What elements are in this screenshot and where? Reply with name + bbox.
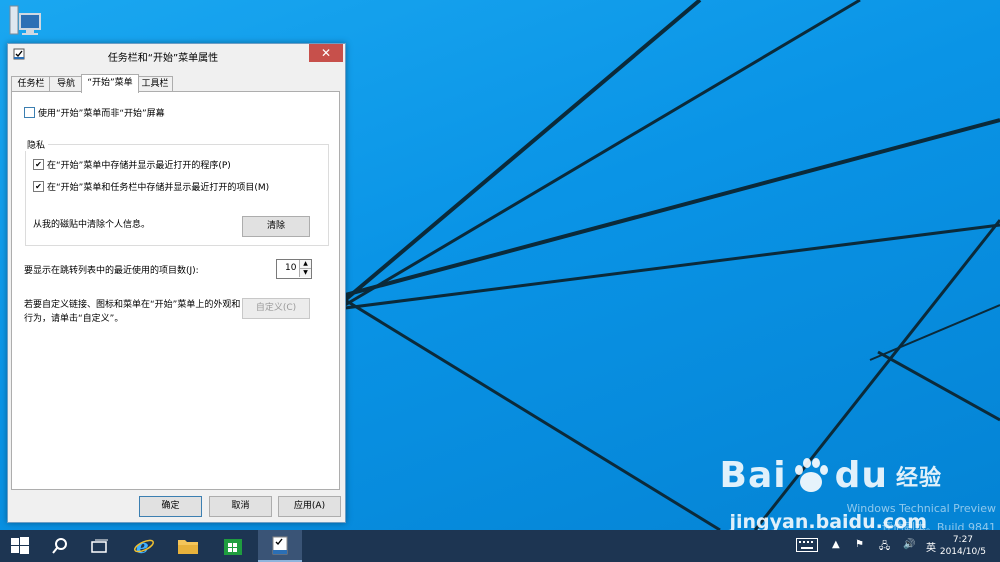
store-programs-checkbox[interactable]: ✔ <box>33 159 44 170</box>
watermark-url: jingyan.baidu.com <box>729 511 928 530</box>
baidu-watermark: Bai du 经验 jingyan.baidu.com <box>719 455 943 530</box>
taskbar-properties-button[interactable] <box>258 530 302 562</box>
tab-start-menu[interactable]: “开始”菜单 <box>81 74 139 93</box>
stepper-up-icon[interactable]: ▲ <box>299 260 311 269</box>
store-icon <box>224 539 242 555</box>
windows-logo-icon <box>11 537 29 554</box>
customize-text-line2: 行为，请单击“自定义”。 <box>24 314 124 324</box>
internet-explorer-icon: e <box>134 535 154 557</box>
jumplist-count-label: 要显示在跳转列表中的最近使用的项目数(J): <box>24 266 199 276</box>
apply-button[interactable]: 应用(A) <box>278 496 341 517</box>
clear-button[interactable]: 清除 <box>242 216 310 237</box>
volume-icon[interactable]: 🔊 <box>903 539 915 550</box>
privacy-group-title: 隐私 <box>24 138 49 151</box>
start-menu-tab-panel: 使用“开始”菜单而非“开始”屏幕 隐私 ✔ 在“开始”菜单中存储并显示最近打开的… <box>11 91 340 490</box>
this-pc-icon[interactable] <box>8 4 44 40</box>
store-items-label[interactable]: 在“开始”菜单和任务栏中存储并显示最近打开的项目(M) <box>47 180 269 193</box>
customize-button[interactable]: 自定义(C) <box>242 298 310 319</box>
clock-date: 2014/10/5 <box>939 547 986 557</box>
paw-icon <box>794 457 828 492</box>
search-button[interactable] <box>40 530 80 562</box>
stepper-down-icon[interactable]: ▼ <box>299 269 311 277</box>
task-view-icon <box>91 539 108 553</box>
start-button[interactable] <box>0 530 40 562</box>
jumplist-count-value: 10 <box>285 263 297 273</box>
tab-taskbar[interactable]: 任务栏 <box>11 76 51 92</box>
system-clock[interactable]: 7:27 2014/10/5 <box>940 534 986 558</box>
network-icon[interactable]: 🖧 <box>879 539 890 556</box>
store-button[interactable] <box>213 530 253 562</box>
store-programs-label[interactable]: 在“开始”菜单中存储并显示最近打开的程序(P) <box>47 158 231 171</box>
search-icon <box>52 538 67 554</box>
file-explorer-button[interactable] <box>168 530 208 562</box>
folder-icon <box>178 540 198 554</box>
show-hidden-icons-icon[interactable]: ▲ <box>832 539 840 550</box>
taskbar-start-properties-dialog: 任务栏和“开始”菜单属性 ✕ 任务栏 导航 “开始”菜单 工具栏 使用“开始”菜… <box>7 43 346 523</box>
store-items-checkbox[interactable]: ✔ <box>33 181 44 192</box>
tab-toolbars[interactable]: 工具栏 <box>137 76 173 92</box>
title-bar[interactable]: 任务栏和“开始”菜单属性 ✕ <box>8 44 345 66</box>
clock-time: 7:27 <box>952 535 974 545</box>
customize-text-line1: 若要自定义链接、图标和菜单在“开始”菜单上的外观和 <box>24 300 241 310</box>
input-method-indicator[interactable]: 英 <box>926 539 936 554</box>
action-center-flag-icon[interactable]: ⚑ <box>855 539 864 550</box>
clear-tiles-text: 从我的磁贴中清除个人信息。 <box>33 220 151 230</box>
touch-keyboard-icon[interactable] <box>796 538 818 555</box>
jumplist-count-stepper[interactable]: 10 ▲ ▼ <box>276 259 312 279</box>
task-view-button[interactable] <box>80 530 120 562</box>
use-start-menu-label[interactable]: 使用“开始”菜单而非“开始”屏幕 <box>38 106 165 119</box>
close-button[interactable]: ✕ <box>309 44 343 62</box>
taskbar-properties-icon <box>272 536 288 555</box>
use-start-menu-checkbox[interactable] <box>24 107 35 118</box>
tab-navigation[interactable]: 导航 <box>49 76 83 92</box>
dialog-title: 任务栏和“开始”菜单属性 <box>107 53 219 64</box>
cancel-button[interactable]: 取消 <box>209 496 272 517</box>
watermark-brand-left: Bai <box>719 455 787 496</box>
watermark-brand-right: du <box>834 455 888 496</box>
watermark-jing: 经验 <box>895 465 942 491</box>
taskbar: e ▲ ⚑ 🖧 🔊 英 7:27 2014/10/5 <box>0 530 1000 562</box>
ok-button[interactable]: 确定 <box>139 496 202 517</box>
internet-explorer-button[interactable]: e <box>124 530 164 562</box>
